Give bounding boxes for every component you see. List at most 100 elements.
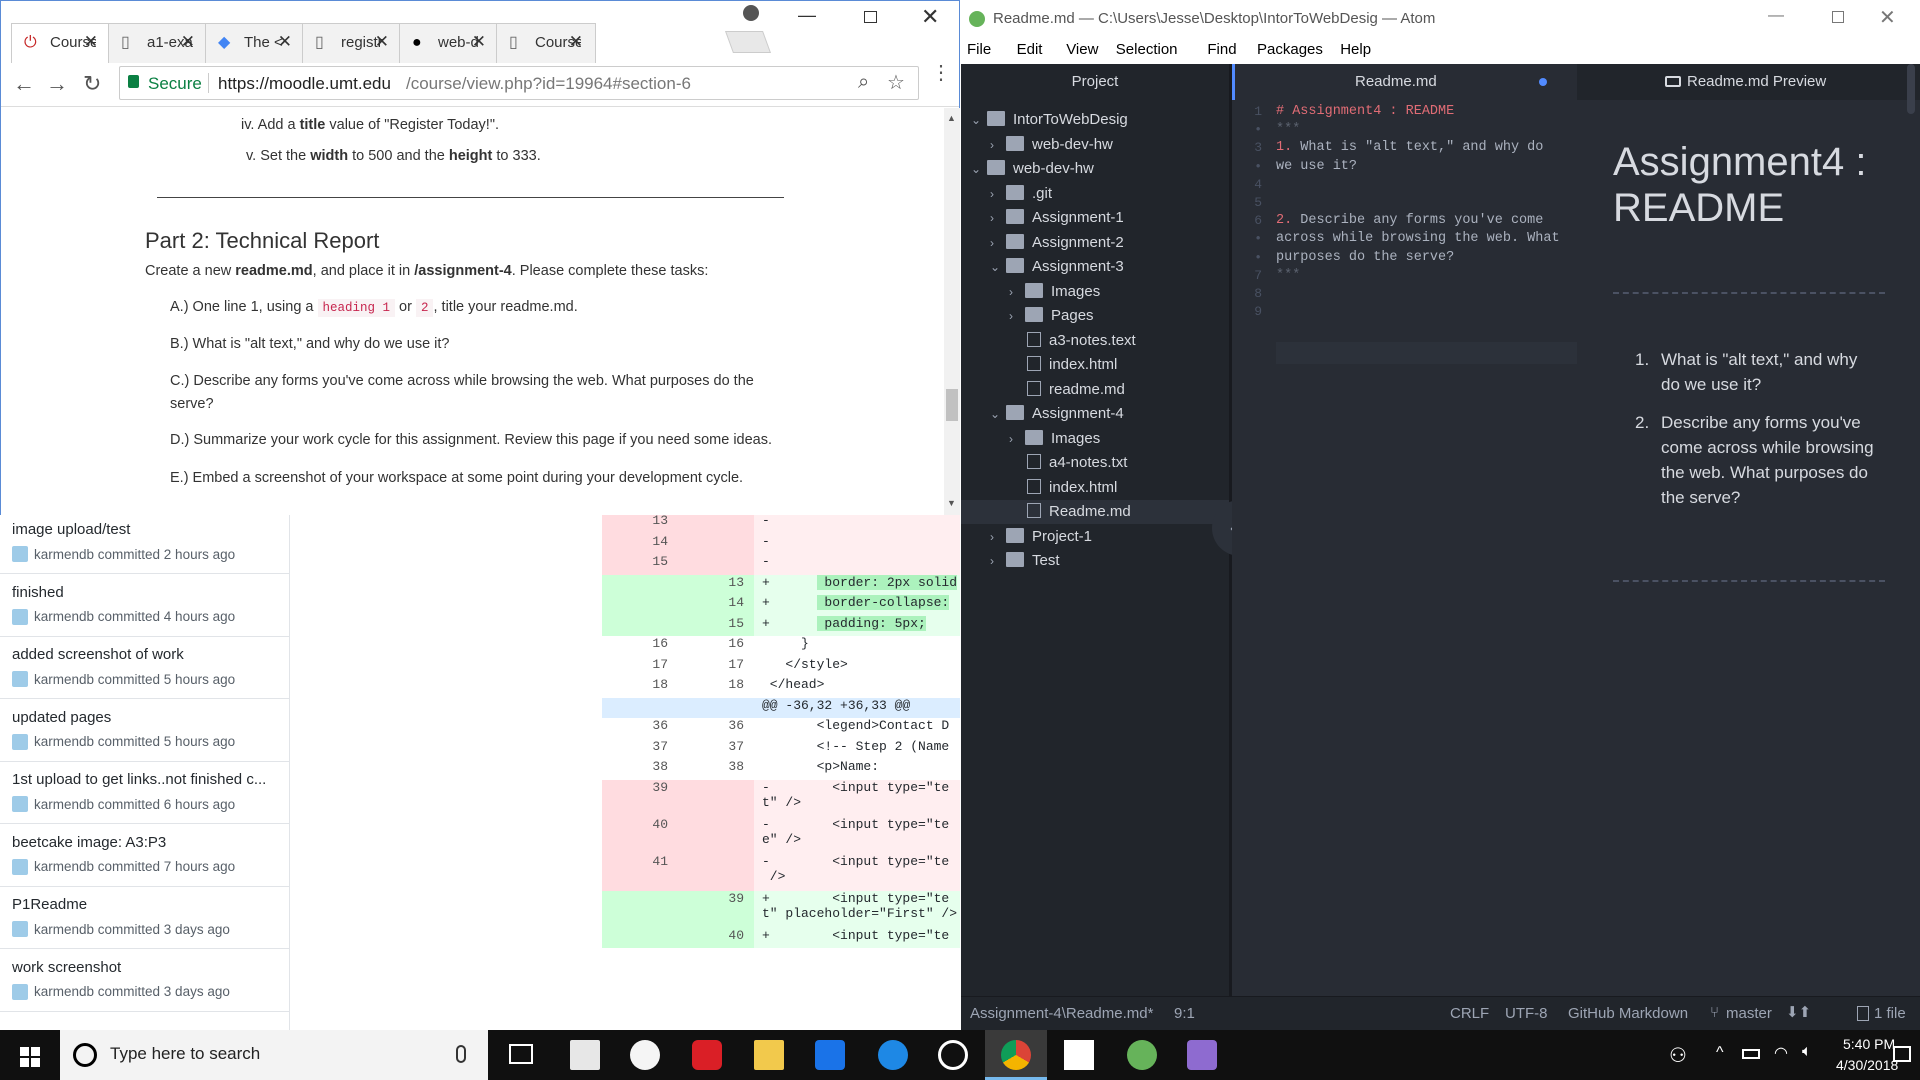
file-explorer-icon[interactable] [754,1040,784,1070]
clock-date[interactable]: 4/30/2018 [1836,1057,1898,1073]
commit-message[interactable]: added screenshot of work [12,646,277,663]
atom-minimize-button[interactable]: — [1768,7,1784,25]
reload-icon[interactable]: ↻ [83,71,101,97]
tab-close-icon[interactable]: ✕ [375,32,389,52]
commit-message[interactable]: updated pages [12,709,277,726]
status-cursor-position[interactable]: 9:1 [1174,1005,1195,1022]
tab-close-icon[interactable]: ✕ [84,32,98,52]
tree-file[interactable]: a4-notes.txt [1009,451,1127,475]
people-icon[interactable]: ⚇ [1669,1043,1687,1068]
browser-tab[interactable]: ▯ registr ✕ [302,23,402,63]
bookmark-star-icon[interactable]: ☆ [887,70,905,95]
commit-message[interactable]: finished [12,584,277,601]
tree-file[interactable]: Readme.md [961,500,1229,524]
tray-arrow-icon[interactable]: ^ [1716,1044,1724,1062]
microphone-icon[interactable] [456,1045,466,1063]
clock-time[interactable]: 5:40 PM [1843,1036,1895,1052]
new-tab-button[interactable] [724,31,772,53]
commit-row[interactable]: P1Readme karmendb committed 3 days ago [0,886,290,949]
tab-readme-preview[interactable]: Readme.md Preview [1577,64,1920,100]
page-scrollbar[interactable]: ▲ ▼ [944,108,960,515]
wifi-icon[interactable]: ◠ [1774,1043,1788,1063]
tree-folder[interactable]: › Project-1 [990,525,1092,549]
task-view-icon[interactable] [509,1044,533,1064]
commit-message[interactable]: image upload/test [12,521,277,538]
fetch-icon[interactable]: ⬇⬆ [1786,1003,1811,1021]
tree-file[interactable]: a3-notes.text [1009,329,1136,353]
browser-tab[interactable]: ▯ Course ✕ [496,23,596,63]
tree-folder[interactable]: › Images [1009,427,1100,451]
menu-help[interactable]: Help [1340,41,1371,58]
tree-file[interactable]: readme.md [1009,378,1125,402]
tree-folder[interactable]: › Test [990,549,1060,573]
atom-close-button[interactable]: ✕ [1879,5,1896,30]
tree-folder[interactable]: › Assignment-1 [990,206,1124,230]
volume-icon[interactable]: 🔈︎ [1802,1043,1812,1061]
status-changes[interactable]: 1 file [1874,1005,1906,1022]
tree-folder[interactable]: › web-dev-hw [990,133,1113,157]
status-encoding[interactable]: UTF-8 [1505,1005,1548,1022]
tab-readme[interactable]: Readme.md [1232,64,1577,100]
media-icon[interactable] [938,1040,968,1070]
tree-folder[interactable]: ⌄ web-dev-hw [971,157,1094,181]
malwarebytes-icon[interactable] [815,1040,845,1070]
status-file-path[interactable]: Assignment-4\Readme.md* [970,1005,1153,1022]
atom-taskbar-icon[interactable] [1127,1040,1157,1070]
mail-icon[interactable] [1064,1040,1094,1070]
menu-packages[interactable]: Packages [1257,41,1323,58]
preview-scrollbar[interactable] [1907,64,1915,114]
forward-icon[interactable]: → [46,71,68,97]
profile-icon[interactable] [743,5,759,21]
windows-start-icon[interactable] [20,1047,40,1067]
tree-folder[interactable]: › Images [1009,280,1100,304]
battery-icon[interactable] [1742,1049,1760,1059]
menu-view[interactable]: View [1066,41,1098,58]
browser-tab[interactable]: ▯ a1-exa ✕ [108,23,208,63]
menu-file[interactable]: File [967,41,991,58]
back-icon[interactable]: ← [13,71,35,97]
notifications-icon[interactable] [1893,1046,1911,1062]
browser-tab[interactable]: ⏻ Course ✕ [11,23,111,63]
commit-row[interactable]: finished karmendb committed 4 hours ago [0,574,290,637]
minimize-button[interactable]: — [798,5,816,26]
status-grammar[interactable]: GitHub Markdown [1568,1005,1688,1022]
tree-file[interactable]: index.html [1009,476,1117,500]
status-branch[interactable]: master [1726,1005,1772,1022]
tab-close-icon[interactable]: ✕ [278,32,292,52]
tree-folder[interactable]: ⌄ Assignment-4 [990,402,1124,426]
commit-row[interactable]: updated pages karmendb committed 5 hours … [0,699,290,762]
itunes-icon[interactable] [630,1040,660,1070]
tab-close-icon[interactable]: ✕ [569,32,583,52]
github-desktop-icon[interactable] [1187,1040,1217,1070]
atom-maximize-button[interactable] [1832,11,1844,23]
zoom-icon[interactable]: ⌕ [858,71,869,94]
menu-edit[interactable]: Edit [1017,41,1043,58]
address-bar[interactable]: Secure https://moodle.umt.edu /course/vi… [119,66,919,100]
scroll-thumb[interactable] [946,389,958,421]
scroll-down-arrow[interactable]: ▼ [947,498,956,508]
search-box[interactable]: Type here to search [60,1030,488,1080]
scroll-up-arrow[interactable]: ▲ [947,113,956,123]
tree-folder[interactable]: ⌄ Assignment-3 [990,255,1124,279]
tree-folder[interactable]: ⌄ IntorToWebDesig [971,108,1128,132]
commit-message[interactable]: beetcake image: A3:P3 [12,834,277,851]
menu-selection[interactable]: Selection [1116,41,1178,58]
chrome-menu-icon[interactable]: ⋮ [931,63,951,83]
status-line-ending[interactable]: CRLF [1450,1005,1489,1022]
browser-tab[interactable]: ◆ The < ✕ [205,23,305,63]
commit-message[interactable]: 1st upload to get links..not finished c.… [12,771,277,788]
store-icon[interactable] [570,1040,600,1070]
commit-row[interactable]: image upload/test karmendb committed 2 ho… [0,511,290,574]
commit-row[interactable]: added screenshot of work karmendb committ… [0,636,290,699]
tree-folder[interactable]: › Assignment-2 [990,231,1124,255]
commit-row[interactable]: work screenshot karmendb committed 3 days… [0,949,290,1012]
maximize-button[interactable] [864,11,877,23]
browser-tab[interactable]: ● web-d ✕ [399,23,499,63]
tree-folder[interactable]: › .git [990,182,1052,206]
tree-file[interactable]: index.html [1009,353,1117,377]
creative-cloud-icon[interactable] [692,1040,722,1070]
tab-close-icon[interactable]: ✕ [181,32,195,52]
menu-find[interactable]: Find [1207,41,1236,58]
chrome-icon[interactable] [1001,1040,1031,1070]
edge-icon[interactable] [878,1040,908,1070]
